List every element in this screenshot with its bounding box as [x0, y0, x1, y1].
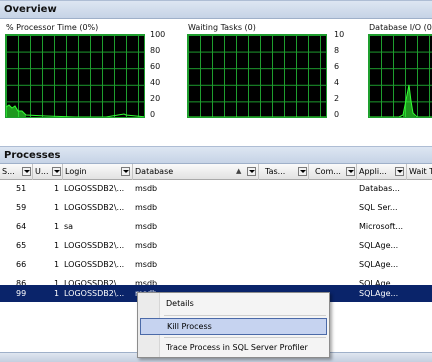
- application-cell: SQLAge...: [359, 241, 399, 250]
- filter-dropdown-icon[interactable]: [298, 167, 307, 176]
- column-header-user[interactable]: U...: [33, 164, 63, 180]
- session-cell: 59: [16, 203, 27, 212]
- sort-ascending-icon: ▲: [236, 167, 242, 175]
- tick-label: 60: [150, 62, 161, 71]
- tick-label: 8: [334, 46, 340, 55]
- waiting-tasks-line: [188, 116, 326, 117]
- waiting-tasks-plot: [187, 34, 327, 118]
- column-header-command[interactable]: Com...: [309, 164, 357, 180]
- login-cell: LOGOSSDB2\...: [64, 184, 125, 193]
- column-label: Wait T: [409, 167, 432, 176]
- database-cell: msdb: [135, 203, 158, 212]
- processes-header[interactable]: Processes: [0, 146, 432, 164]
- user-cell: 1: [54, 222, 60, 231]
- column-label: S...: [2, 167, 15, 176]
- filter-dropdown-icon[interactable]: [52, 167, 61, 176]
- database-cell: msdb: [135, 184, 158, 193]
- application-cell: Databas...: [359, 184, 400, 193]
- session-cell: 66: [16, 260, 27, 269]
- process-row[interactable]: 65 1 LOGOSSDB2\... msdb SQLAge...: [0, 237, 432, 254]
- filter-dropdown-icon[interactable]: [22, 167, 31, 176]
- column-header-session[interactable]: S...: [0, 164, 33, 180]
- database-cell: msdb: [135, 241, 158, 250]
- login-cell: LOGOSSDB2\...: [64, 260, 125, 269]
- tick-label: 80: [150, 46, 161, 55]
- menu-item-kill-process[interactable]: Kill Process: [140, 318, 327, 335]
- user-cell: 1: [54, 241, 60, 250]
- login-cell: sa: [64, 222, 74, 231]
- login-cell: LOGOSSDB2\...: [64, 203, 125, 212]
- menu-separator: [164, 315, 326, 316]
- menu-separator: [164, 337, 326, 338]
- login-cell: LOGOSSDB2\...: [64, 241, 125, 250]
- filter-dropdown-icon[interactable]: [395, 167, 404, 176]
- waiting-tasks-title: Waiting Tasks (0): [188, 23, 256, 32]
- tick-label: 4: [334, 78, 340, 87]
- column-header-login[interactable]: Login: [63, 164, 133, 180]
- processes-title: Processes: [4, 150, 61, 161]
- filter-dropdown-icon[interactable]: [121, 167, 130, 176]
- application-cell: SQL Ser...: [359, 203, 398, 212]
- column-label: U...: [35, 167, 49, 176]
- database-cell: msdb: [135, 260, 158, 269]
- tick-label: 0: [334, 110, 340, 119]
- application-cell: SQLAge...: [359, 289, 399, 298]
- column-label: Com...: [315, 167, 341, 176]
- process-row[interactable]: 51 1 LOGOSSDB2\... msdb Databas...: [0, 180, 432, 197]
- column-label: Database: [135, 167, 174, 176]
- user-cell: 1: [54, 289, 60, 298]
- session-cell: 51: [16, 184, 27, 193]
- tick-label: 10: [334, 30, 345, 39]
- processor-time-line: [6, 104, 144, 117]
- process-row[interactable]: 64 1 sa msdb Microsoft...: [0, 218, 432, 235]
- column-header-row: S... U... Login Database ▲ Tas... Com...…: [0, 164, 432, 180]
- tick-label: 40: [150, 78, 161, 87]
- database-io-title: Database I/O (0: [369, 23, 432, 32]
- process-row[interactable]: 59 1 LOGOSSDB2\... msdb SQL Ser...: [0, 199, 432, 216]
- processor-time-plot: [5, 34, 145, 118]
- tick-label: 2: [334, 94, 340, 103]
- overview-header: Overview: [0, 0, 432, 19]
- overview-title: Overview: [4, 4, 57, 15]
- session-cell: 99: [16, 289, 27, 298]
- session-cell: 64: [16, 222, 27, 231]
- process-row[interactable]: 66 1 LOGOSSDB2\... msdb SQLAge...: [0, 256, 432, 273]
- application-cell: SQLAge...: [359, 260, 399, 269]
- database-io-plot: [368, 34, 432, 118]
- menu-item-details[interactable]: Details: [140, 296, 327, 313]
- column-label: Appli...: [359, 167, 387, 176]
- column-label: Tas...: [265, 167, 286, 176]
- user-cell: 1: [54, 260, 60, 269]
- context-menu: Details Kill Process Trace Process in SQ…: [137, 292, 330, 358]
- processor-time-title: % Processor Time (0%): [6, 23, 99, 32]
- database-cell: msdb: [135, 222, 158, 231]
- column-header-database[interactable]: Database ▲: [133, 164, 259, 180]
- filter-dropdown-icon[interactable]: [247, 167, 256, 176]
- column-header-tasks[interactable]: Tas...: [259, 164, 309, 180]
- login-cell: LOGOSSDB2\...: [64, 289, 125, 298]
- user-cell: 1: [54, 184, 60, 193]
- application-cell: Microsoft...: [359, 222, 404, 231]
- tick-label: 0: [150, 110, 156, 119]
- column-label: Login: [65, 167, 87, 176]
- session-cell: 65: [16, 241, 27, 250]
- tick-label: 6: [334, 62, 340, 71]
- filter-dropdown-icon[interactable]: [346, 167, 355, 176]
- column-header-wait-time[interactable]: Wait T: [407, 164, 432, 180]
- column-header-application[interactable]: Appli...: [357, 164, 407, 180]
- menu-item-trace-process[interactable]: Trace Process in SQL Server Profiler: [140, 340, 327, 357]
- tick-label: 20: [150, 94, 161, 103]
- tick-label: 100: [150, 30, 166, 39]
- user-cell: 1: [54, 203, 60, 212]
- database-io-line: [369, 84, 432, 117]
